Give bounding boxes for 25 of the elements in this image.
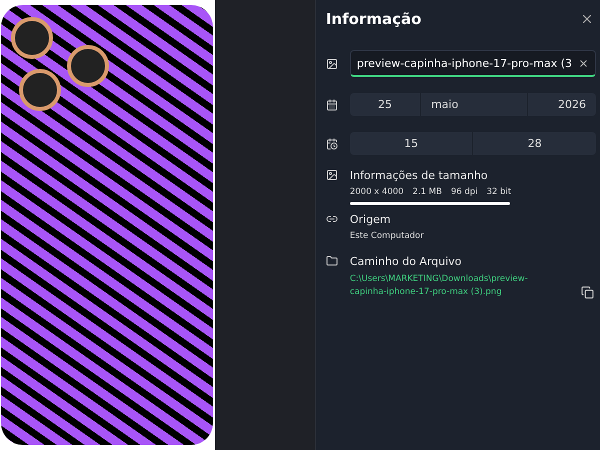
calendar-clock-icon (326, 138, 338, 150)
minute-field[interactable]: 28 (473, 132, 596, 155)
day-field[interactable]: 25 (350, 93, 420, 116)
hour-field[interactable]: 15 (350, 132, 472, 155)
link-icon (326, 213, 338, 225)
year-field[interactable]: 2026 (528, 93, 596, 116)
size-value: 32 bit (486, 187, 512, 197)
origin-label: Origem (350, 213, 392, 226)
filename-field[interactable]: preview-capinha-iphone-17-pro-max (3 (350, 50, 596, 77)
month-field[interactable]: maio (421, 93, 528, 116)
image-icon (326, 58, 338, 70)
folder-icon (326, 255, 338, 267)
clear-icon[interactable] (578, 58, 589, 68)
panel-title: Informação (326, 10, 422, 28)
size-value: 2000 x 4000 (350, 187, 404, 197)
file-path-label: Caminho do Arquivo (350, 255, 463, 268)
close-icon[interactable] (580, 12, 594, 26)
origin-value: Este Computador (350, 231, 425, 241)
size-value: 96 dpi (450, 187, 478, 197)
file-path-link[interactable]: C:\Users\MARKETING\Downloads\preview-capinha-iphone-17-pro-max (3).png (350, 273, 535, 299)
size-info-label: Informações de tamanho (350, 169, 489, 182)
copy-icon[interactable] (581, 286, 594, 299)
size-value: 2.1 MB (412, 187, 442, 197)
calendar-icon (326, 98, 338, 110)
image-size-icon (326, 169, 338, 181)
